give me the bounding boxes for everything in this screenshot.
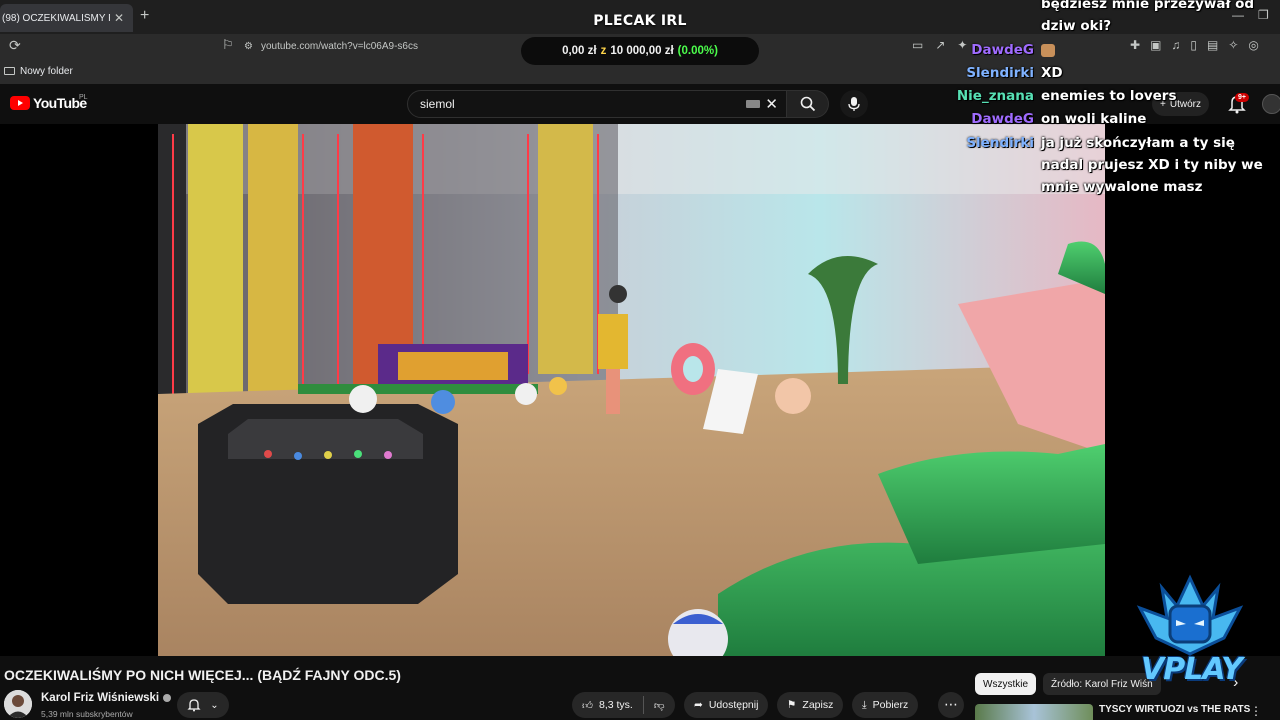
bell-icon — [187, 699, 201, 712]
close-icon[interactable]: ✕ — [110, 11, 128, 25]
channel-name-text: Karol Friz Wiśniewski — [41, 692, 160, 704]
chat-text: on woli kaline — [1041, 111, 1147, 127]
browser-tab[interactable]: (98) OCZEKIWALIŚMY PO NICH WIĘCEJ ✕ — [0, 4, 133, 32]
like-count: 8,3 tys. — [598, 699, 633, 711]
chat-text — [1041, 39, 1270, 61]
youtube-play-icon — [10, 96, 30, 110]
channel-name[interactable]: Karol Friz Wiśniewski — [41, 692, 172, 704]
recommendation-title[interactable]: TYSCY WIRTUOZI vs THE RATS — [1099, 704, 1250, 715]
bookmark-icon: ⚑ — [787, 699, 797, 711]
bookmark-folder[interactable]: Nowy folder — [20, 66, 73, 77]
tab-title: (98) OCZEKIWALIŚMY PO NICH WIĘCEJ — [2, 12, 110, 24]
extension-icon[interactable]: ✦ — [957, 38, 967, 52]
chat-username: DawdeG — [971, 42, 1034, 58]
reload-icon[interactable]: ⟳ — [9, 37, 21, 54]
microphone-icon — [848, 97, 860, 111]
save-label: Zapisz — [802, 699, 834, 711]
share-button[interactable]: ➦ Udostępnij — [684, 692, 769, 718]
chat-username: Slendirki — [966, 135, 1034, 151]
share-icon: ➦ — [694, 699, 703, 711]
chevron-down-icon: ⌄ — [210, 699, 219, 711]
chat-partial-line: dziw oki? — [1041, 18, 1112, 34]
search-box: ✕ — [407, 90, 787, 118]
video-scene-image — [158, 124, 1105, 656]
donation-current: 0,00 zł — [562, 45, 597, 57]
download-button[interactable]: ⤓ Pobierz — [852, 692, 919, 718]
youtube-logo[interactable]: YouTube — [10, 95, 87, 111]
thumbs-down-icon: 👎︎ — [653, 699, 665, 712]
subscriber-count: 5,39 mln subskrybentów — [41, 709, 133, 719]
search-input[interactable] — [420, 97, 740, 111]
thumbs-up-icon: 👍︎ — [582, 699, 593, 712]
search-button[interactable] — [787, 90, 829, 118]
video-frame[interactable] — [158, 124, 1105, 656]
url-text: youtube.com/watch?v=lc06A9-s6cs — [260, 40, 418, 52]
save-button[interactable]: ⚑ Zapisz — [777, 692, 844, 718]
voice-search-button[interactable] — [840, 90, 868, 118]
cast-icon[interactable]: ▭ — [912, 38, 923, 52]
chat-username: Slendirki — [966, 65, 1034, 81]
video-title: OCZEKIWALIŚMY PO NICH WIĘCEJ... (BĄDŹ FA… — [4, 667, 401, 683]
bookmark-icon[interactable]: ⚐ — [222, 37, 234, 53]
region-code: PL — [79, 94, 88, 101]
chip-all[interactable]: Wszystkie — [975, 673, 1036, 695]
recommendation-thumbnail[interactable] — [975, 704, 1093, 720]
chat-text: ja już skończyłam a ty się nadal prujesz… — [1041, 135, 1263, 195]
keyboard-icon[interactable] — [746, 100, 760, 108]
stream-title: PLECAK IRL — [593, 13, 687, 29]
channel-avatar-image — [4, 690, 32, 718]
share-icon[interactable]: ↗ — [935, 38, 945, 52]
address-bar[interactable]: ⚙ youtube.com/watch?v=lc06A9-s6cs — [244, 35, 544, 57]
donation-goal-bar: 0,00 zł z 10 000,00 zł (0.00%) — [521, 37, 759, 65]
chat-partial-line: będziesz mnie przeżywał od — [1041, 0, 1255, 12]
dislike-button[interactable]: 👎︎ — [644, 692, 675, 718]
vplay-watermark: VPLAY — [1141, 652, 1243, 687]
like-dislike-group: 👍︎ 8,3 tys. 👎︎ — [572, 692, 675, 718]
video-player[interactable]: będziesz mnie przeżywał od dziw oki? Daw… — [0, 0, 1280, 656]
donation-goal: 10 000,00 zł — [610, 45, 674, 57]
clear-search-icon[interactable]: ✕ — [765, 95, 778, 113]
folder-icon — [4, 67, 15, 75]
like-button[interactable]: 👍︎ 8,3 tys. — [572, 692, 643, 718]
donation-separator: z — [600, 45, 607, 57]
chat-text: XD — [1041, 65, 1063, 81]
restore-icon[interactable]: ❐ — [1258, 8, 1269, 22]
download-icon: ⤓ — [862, 698, 867, 711]
search-icon — [800, 96, 815, 112]
chat-text: enemies to lovers — [1041, 88, 1177, 104]
more-actions-button[interactable]: ⋯ — [938, 692, 964, 718]
verified-icon — [163, 694, 172, 702]
channel-avatar[interactable] — [4, 690, 32, 718]
chat-username: DawdeG — [971, 111, 1034, 127]
download-label: Pobierz — [872, 699, 909, 711]
share-label: Udostępnij — [708, 699, 759, 711]
chat-username: Nie_znana — [956, 88, 1034, 104]
toolbar-icons: ▭ ↗ ✦ — [912, 38, 967, 52]
subscription-bell-button[interactable]: ⌄ — [177, 692, 229, 718]
new-tab-button[interactable]: + — [140, 7, 149, 25]
more-vert-icon[interactable]: ⋮ — [1250, 704, 1262, 718]
chat-emote-icon — [1041, 43, 1055, 57]
donation-percent: (0.00%) — [677, 45, 718, 57]
site-info-icon[interactable]: ⚙ — [244, 41, 253, 52]
